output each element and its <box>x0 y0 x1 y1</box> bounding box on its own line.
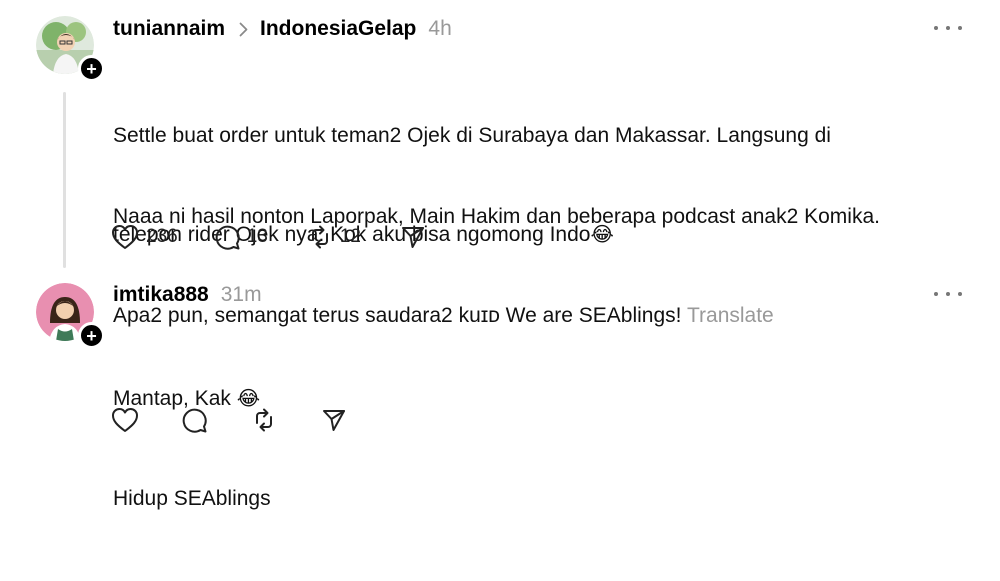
comment-icon <box>215 225 240 250</box>
reply-actions <box>110 406 348 434</box>
avatar-imtika888-wrap[interactable]: + <box>36 283 105 349</box>
username-link[interactable]: tuniannaim <box>113 17 225 41</box>
more-icon[interactable] <box>934 284 962 304</box>
username-link[interactable]: imtika888 <box>113 283 209 307</box>
more-icon[interactable] <box>934 18 962 38</box>
post-header: tuniannaim IndonesiaGelap 4h <box>113 14 452 44</box>
post-time[interactable]: 31m <box>221 283 262 307</box>
chevron-right-icon <box>239 22 248 37</box>
like-button[interactable] <box>110 406 140 434</box>
repost-count: 12 <box>339 226 361 247</box>
share-button[interactable] <box>399 223 427 251</box>
text-line: Hidup SEAblings <box>113 487 271 510</box>
repost-icon <box>311 225 328 249</box>
avatar-tuniannaim-wrap[interactable]: + <box>36 16 105 82</box>
share-button[interactable] <box>320 406 348 434</box>
comment-button[interactable]: 13 <box>213 223 268 251</box>
thread-line <box>63 92 66 268</box>
follow-button[interactable]: + <box>78 55 105 82</box>
send-icon <box>323 410 345 431</box>
comment-icon <box>182 408 207 433</box>
comment-button[interactable] <box>180 406 208 434</box>
heart-icon <box>112 225 138 249</box>
like-button[interactable]: 236 <box>110 223 178 251</box>
post-actions: 236 13 12 <box>110 223 427 251</box>
like-count: 236 <box>146 226 178 247</box>
repost-button[interactable] <box>250 406 278 434</box>
post-header: imtika888 31m <box>113 280 262 310</box>
repost-icon <box>256 408 272 432</box>
send-icon <box>401 227 424 248</box>
translate-link[interactable]: Translate <box>687 304 774 327</box>
reply-text: Mantap, Kak 😂 Hidup SEAblings <box>113 316 271 581</box>
post-time[interactable]: 4h <box>428 17 451 41</box>
repost-button[interactable]: 12 <box>306 223 361 251</box>
community-link[interactable]: IndonesiaGelap <box>260 17 416 41</box>
plus-icon: + <box>86 58 97 79</box>
heart-icon <box>112 408 138 432</box>
comment-count: 13 <box>246 226 268 247</box>
follow-button[interactable]: + <box>78 322 105 349</box>
plus-icon: + <box>86 325 97 346</box>
